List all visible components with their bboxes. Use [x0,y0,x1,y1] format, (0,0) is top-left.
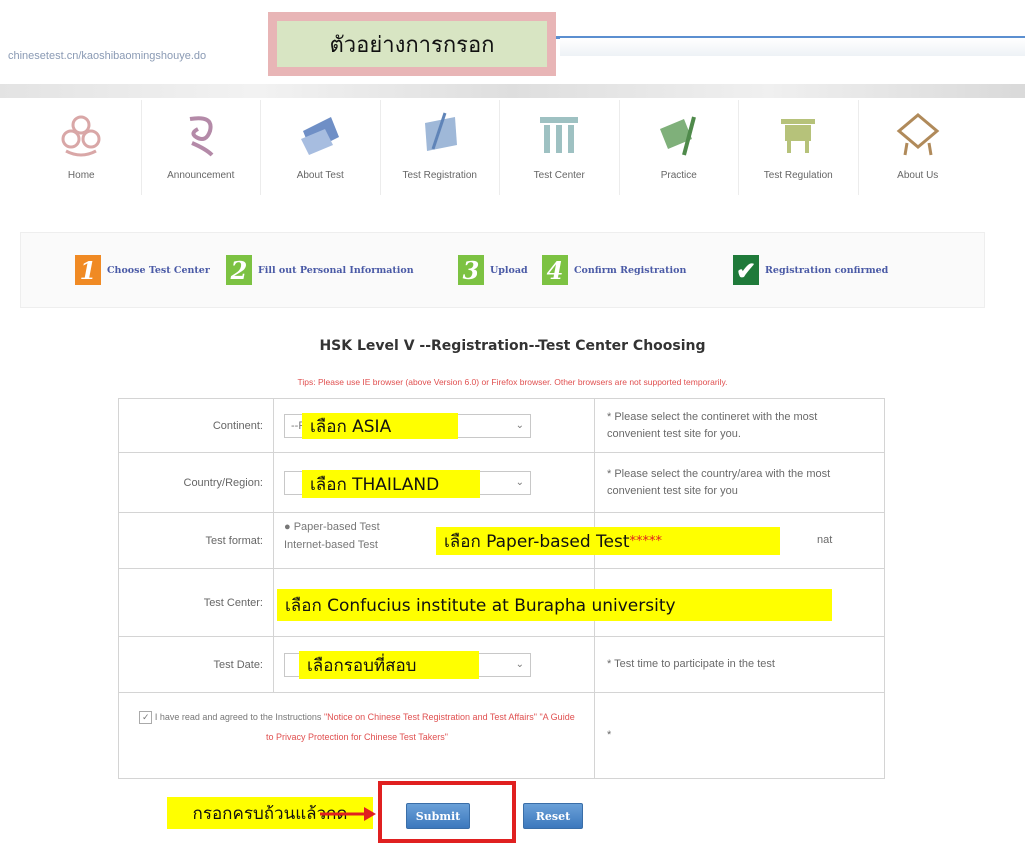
continent-annotation: เลือก ASIA [302,413,458,439]
test-date-label: Test Date: [119,637,274,692]
browser-tips: Tips: Please use IE browser (above Versi… [297,377,728,387]
browser-toolbar [0,84,1025,98]
test-date-annotation: เลือกรอบที่สอบ [299,651,479,679]
nav-item-test-center[interactable]: Test Center [500,100,620,195]
nav-item-test-registration[interactable]: Test Registration [381,100,500,195]
about-us-icon [892,108,944,160]
url-text[interactable]: chinesetest.cn/kaoshibaomingshouye.do [8,50,206,62]
step-number: 2 [226,255,252,285]
registration-steps: 1 Choose Test Center 2 Fill out Personal… [20,232,985,308]
test-center-row: Test Center: เลือก Confucius institute a… [119,569,884,637]
step-upload: 3 Upload [458,255,528,285]
agreement-note: * [607,729,612,741]
nav-item-about-us[interactable]: About Us [859,100,978,195]
step-confirm-registration: 4 Confirm Registration [542,255,686,285]
nav-label: About Us [897,170,939,181]
step-fill-personal-info: 2 Fill out Personal Information [226,255,414,285]
nav-item-announcement[interactable]: Announcement [142,100,261,195]
country-row: Country/Region: ⌄ เลือก THAILAND * Pleas… [119,453,884,513]
test-center-annotation[interactable]: เลือก Confucius institute at Burapha uni… [277,589,832,621]
step-label: Confirm Registration [574,264,687,276]
submit-button[interactable]: Submit [406,803,470,829]
nav-label: Test Registration [402,170,477,181]
step-registration-confirmed: ✔ Registration confirmed [733,255,888,285]
step-number: 4 [542,255,568,285]
test-format-label: Test format: [119,513,274,568]
agreement-checkbox[interactable]: ✓ [139,711,153,725]
agreement-text: ✓ I have read and agreed to the Instruct… [137,707,577,747]
nav-label: Announcement [167,170,235,181]
nav-item-about-test[interactable]: About Test [261,100,381,195]
step-choose-test-center: 1 Choose Test Center [75,255,210,285]
paper-based-radio[interactable]: ● Paper-based Test [284,521,380,533]
test-format-cell: ● Paper-based Test Internet-based Test เ… [274,513,780,568]
test-format-annotation-text: เลือก Paper-based Test [444,531,630,552]
continent-label: Continent: [119,399,274,452]
checkmark-icon: ✔ [733,255,759,285]
test-format-annotation: เลือก Paper-based Test ***** [436,527,780,555]
chevron-down-icon: ⌄ [515,658,524,670]
step-label: Upload [490,264,528,276]
internet-based-radio[interactable]: Internet-based Test [284,539,378,551]
test-date-row: Test Date: ⌄ เลือกรอบที่สอบ * Test time … [119,637,884,693]
announcement-icon [175,108,227,160]
continent-row: Continent: --P ⌄ เลือก ASIA * Please sel… [119,399,884,453]
chevron-down-icon: ⌄ [515,476,524,488]
continent-note: * Please select the contineret with the … [607,410,818,440]
country-annotation: เลือก THAILAND [302,470,480,498]
registration-form: Continent: --P ⌄ เลือก ASIA * Please sel… [118,398,885,779]
test-regulation-icon [772,108,824,160]
country-label: Country/Region: [119,453,274,512]
page-title: HSK Level V --Registration--Test Center … [319,338,706,354]
nav-label: About Test [296,170,344,181]
step-label: Fill out Personal Information [258,264,414,276]
nav-item-practice[interactable]: Practice [620,100,739,195]
main-nav: Home Announcement About Test Test Regist… [22,100,977,195]
step-number: 3 [458,255,484,285]
reset-button[interactable]: Reset [523,803,583,829]
nav-label: Test Regulation [763,170,833,181]
nav-label: Home [67,170,95,181]
continent-cell: --P ⌄ เลือก ASIA [274,399,595,452]
practice-icon [653,108,705,160]
test-format-row: Test format: ● Paper-based Test Internet… [119,513,884,569]
test-center-label: Test Center: [119,569,274,636]
agreement-prefix: I have read and agreed to the Instructio… [154,712,322,722]
test-center-icon [533,108,585,160]
arrow-right-icon [318,804,378,828]
address-bar-field[interactable] [560,36,1025,56]
nav-label: Test Center [533,170,585,181]
example-callout-label: ตัวอย่างการกรอก [277,21,547,67]
nav-item-home[interactable]: Home [22,100,142,195]
example-callout: ตัวอย่างการกรอก [268,12,556,76]
test-date-cell: ⌄ เลือกรอบที่สอบ [274,637,595,692]
home-icon [55,108,107,160]
agreement-cell: ✓ I have read and agreed to the Instruct… [119,693,595,778]
about-test-icon [294,108,346,160]
notice-link[interactable]: "Notice on Chinese Test Registration and… [324,712,537,722]
nav-label: Practice [660,170,697,181]
agreement-row: ✓ I have read and agreed to the Instruct… [119,693,884,778]
step-label: Choose Test Center [107,264,210,276]
step-number: 1 [75,255,101,285]
annotation-stars: ***** [629,533,663,549]
test-date-note: * Test time to participate in the test [607,658,775,670]
test-center-cell: เลือก Confucius institute at Burapha uni… [274,569,832,636]
country-cell: ⌄ เลือก THAILAND [274,453,595,512]
test-registration-icon [414,108,466,160]
step-label: Registration confirmed [765,264,889,276]
country-note: * Please select the country/area with th… [607,467,831,497]
chevron-down-icon: ⌄ [515,419,524,431]
nav-item-test-regulation[interactable]: Test Regulation [739,100,859,195]
